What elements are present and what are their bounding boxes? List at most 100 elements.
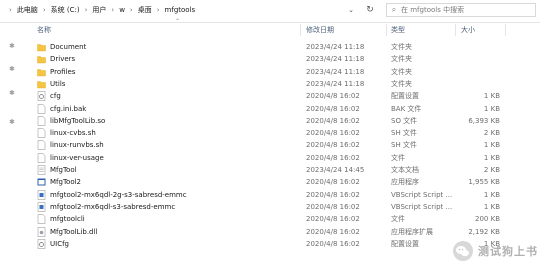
- chevron-right-icon[interactable]: ›: [108, 6, 117, 14]
- breadcrumb-item[interactable]: mfgtools: [163, 6, 198, 14]
- breadcrumb-item[interactable]: w: [117, 6, 127, 14]
- chevron-right-icon[interactable]: ›: [154, 6, 163, 14]
- file-row[interactable]: libMfgToolLib.so 2020/4/8 16:02 SO 文件 6,393…: [0, 115, 540, 127]
- file-modified-date: 2020/4/8 16:02: [306, 190, 360, 199]
- file-modified-date: 2020/4/8 16:02: [306, 116, 360, 125]
- file-size: [460, 78, 500, 90]
- file-modified-date: 2023/4/24 11:18: [306, 55, 365, 64]
- script-icon: [37, 202, 46, 212]
- file-size: 1 KB: [483, 153, 500, 162]
- file-size: 2 KB: [483, 129, 500, 138]
- folder-row[interactable]: Document 2023/4/24 11:18 文件夹: [0, 41, 540, 53]
- address-dropdown-button[interactable]: ⌄: [343, 3, 359, 17]
- file-modified-date: 2020/4/8 16:02: [306, 104, 360, 113]
- file-size: 200 KB: [475, 215, 500, 224]
- file-modified-date: 2020/4/8 16:02: [306, 227, 360, 236]
- file-size: 2 KB: [483, 166, 500, 174]
- file-row[interactable]: mfgtool2-mx6qdl-s3-sabresd-emmc 2020/4/8 …: [0, 201, 540, 213]
- file-size: [460, 41, 500, 53]
- file-name: UICfg: [50, 239, 69, 248]
- column-header-name[interactable]: 名称: [37, 24, 51, 36]
- file-icon: [37, 116, 46, 126]
- folder-row[interactable]: Profiles 2023/4/24 11:18 文件夹: [0, 66, 540, 78]
- breadcrumb-item[interactable]: 此电脑: [15, 5, 40, 15]
- file-name: linux-runvbs.sh: [50, 141, 104, 150]
- search-box[interactable]: ⌕: [386, 3, 536, 17]
- file-name: linux-ver-usage: [50, 153, 104, 162]
- file-row[interactable]: mfgtoolcli 2020/4/8 16:02 文件 200 KB: [0, 213, 540, 225]
- file-row[interactable]: cfg 2020/4/8 16:02 配置设置 1 KB: [0, 90, 540, 102]
- file-name: Document: [50, 43, 87, 51]
- file-name: Drivers: [50, 55, 76, 64]
- breadcrumb-item[interactable]: 桌面: [136, 5, 154, 15]
- file-name: linux-cvbs.sh: [50, 129, 96, 138]
- file-name: mfgtool2-mx6qdl-2g-s3-sabresd-emmc: [50, 190, 187, 199]
- file-size: 1,955 KB: [468, 178, 500, 187]
- breadcrumb-item[interactable]: 用户: [90, 5, 108, 15]
- breadcrumb-item[interactable]: 系统 (C:): [49, 5, 82, 15]
- file-name: Utils: [50, 79, 66, 88]
- file-type: 文件: [391, 153, 405, 162]
- file-name: cfg.ini.bak: [50, 104, 87, 113]
- file-type: 应用程序: [391, 178, 419, 187]
- file-row[interactable]: MfgTool 2023/4/24 14:45 文本文档 2 KB: [0, 164, 540, 176]
- text-file-icon: [37, 165, 46, 175]
- config-file-icon: [37, 239, 46, 249]
- folder-icon: [37, 79, 46, 89]
- file-row[interactable]: mfgtool2-mx6qdl-2g-s3-sabresd-emmc 2020/4…: [0, 189, 540, 201]
- file-row[interactable]: MfgTool2 2020/4/8 16:02 应用程序 1,955 KB: [0, 176, 540, 188]
- chevron-right-icon: ›: [9, 6, 12, 14]
- file-size: [460, 53, 500, 65]
- file-icon: [37, 214, 46, 224]
- file-size: 2,192 KB: [468, 227, 500, 236]
- column-header-type[interactable]: 类型: [391, 24, 405, 36]
- file-name: MfgTool: [50, 166, 77, 174]
- search-input[interactable]: [401, 6, 529, 14]
- file-type: 配置设置: [391, 92, 419, 101]
- column-divider[interactable]: [300, 24, 301, 36]
- file-modified-date: 2020/4/8 16:02: [306, 178, 360, 187]
- file-modified-date: 2020/4/8 16:02: [306, 92, 360, 101]
- file-modified-date: 2020/4/8 16:02: [306, 202, 360, 211]
- chevron-right-icon[interactable]: ›: [127, 6, 136, 14]
- file-name: libMfgToolLib.so: [50, 116, 106, 125]
- column-divider[interactable]: [505, 24, 506, 36]
- chevron-down-icon: ⌄: [348, 6, 354, 14]
- file-size: 1 KB: [483, 141, 500, 150]
- file-size: 1 KB: [483, 92, 500, 101]
- file-row[interactable]: linux-runvbs.sh 2020/4/8 16:02 SH 文件 1 KB: [0, 139, 540, 151]
- file-size: [460, 66, 500, 78]
- file-size: 1 KB: [483, 190, 500, 199]
- file-name: MfgToolLib.dll: [50, 227, 98, 236]
- column-header-size[interactable]: 大小: [461, 24, 475, 36]
- file-row[interactable]: cfg.ini.bak 2020/4/8 16:02 BAK 文件 1 KB: [0, 103, 540, 115]
- folder-row[interactable]: Drivers 2023/4/24 11:18 文件夹: [0, 53, 540, 65]
- dll-icon: [37, 226, 46, 237]
- file-type: 文本文档: [391, 166, 419, 174]
- folder-icon: [37, 42, 46, 52]
- file-type: 文件: [391, 215, 405, 224]
- file-type: 文件夹: [391, 43, 412, 51]
- file-name: MfgTool2: [50, 178, 81, 187]
- file-row[interactable]: MfgToolLib.dll 2020/4/8 16:02 应用程序扩展 2,192 …: [0, 226, 540, 238]
- file-name: mfgtool2-mx6qdl-s3-sabresd-emmc: [50, 202, 176, 211]
- chevron-right-icon[interactable]: ›: [82, 6, 91, 14]
- config-file-icon: [37, 91, 46, 101]
- column-divider[interactable]: [386, 24, 387, 36]
- file-name: cfg: [50, 92, 61, 101]
- folder-icon: [37, 67, 46, 77]
- column-divider[interactable]: [455, 24, 456, 36]
- watermark-text: 测试狗上书: [478, 245, 538, 258]
- app-icon: [37, 177, 46, 187]
- file-modified-date: 2020/4/8 16:02: [306, 215, 360, 224]
- column-header-date[interactable]: 修改日期: [306, 24, 334, 36]
- breadcrumb[interactable]: › 此电脑 › 系统 (C:) › 用户 › w › 桌面 › mfgtools: [6, 3, 339, 17]
- file-type: 文件夹: [391, 67, 412, 76]
- file-row[interactable]: linux-cvbs.sh 2020/4/8 16:02 SH 文件 2 KB: [0, 127, 540, 139]
- file-icon: [37, 140, 46, 151]
- refresh-button[interactable]: ↻: [362, 3, 378, 17]
- folder-row[interactable]: Utils 2023/4/24 11:18 文件夹: [0, 78, 540, 90]
- address-bar: › 此电脑 › 系统 (C:) › 用户 › w › 桌面 › mfgtools…: [0, 0, 540, 23]
- chevron-right-icon[interactable]: ›: [40, 6, 49, 14]
- file-row[interactable]: linux-ver-usage 2020/4/8 16:02 文件 1 KB: [0, 152, 540, 164]
